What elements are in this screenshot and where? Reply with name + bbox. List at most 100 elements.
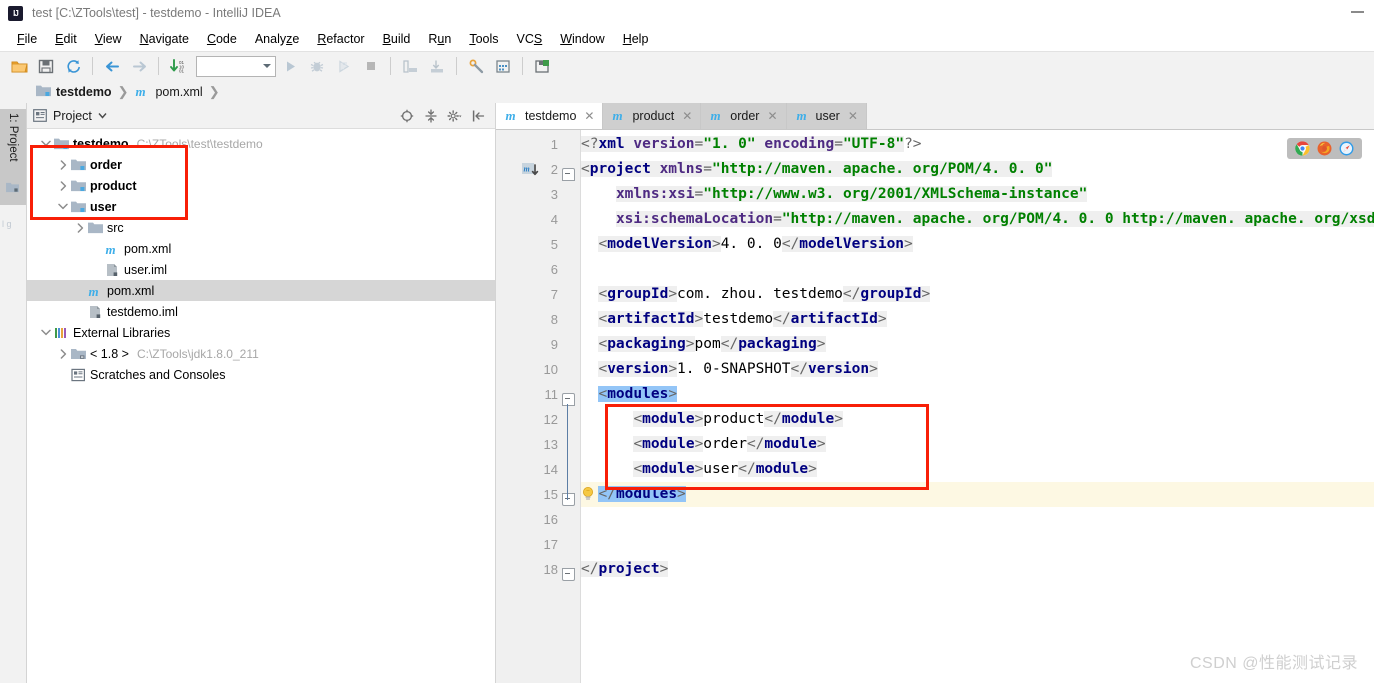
locate-target-icon[interactable] (399, 108, 414, 123)
tree-item-label: pom.xml (124, 241, 172, 256)
tree-item-testdemo[interactable]: testdemo C:\ZTools\test\testdemo (27, 133, 495, 154)
minimize-icon[interactable] (1351, 11, 1364, 13)
settings-wrench-icon[interactable] (463, 54, 489, 78)
firefox-icon[interactable] (1317, 141, 1332, 156)
build-project-icon[interactable] (397, 54, 423, 78)
chevron-down-icon[interactable] (39, 326, 53, 340)
tree-item-external-libraries[interactable]: External Libraries (27, 322, 495, 343)
chevron-right-icon[interactable] (56, 179, 70, 193)
code-editor[interactable]: 1 2 3 4 5 6 7 8 9 10 11 12 13 14 15 16 17 18 <?xml versio… (496, 130, 1374, 683)
menu-item-code[interactable]: Code (198, 29, 246, 49)
editor-tab-product[interactable]: m product ✕ (603, 103, 702, 129)
run-icon[interactable] (277, 54, 303, 78)
code-token: modules (607, 386, 669, 402)
menu-item-run[interactable]: Run (419, 29, 460, 49)
tree-item-src[interactable]: src (27, 217, 495, 238)
project-tab-label: 1: Project (7, 113, 19, 162)
settings-gear-icon[interactable] (447, 108, 462, 123)
run-coverage-icon[interactable] (331, 54, 357, 78)
tree-item-product[interactable]: product (27, 175, 495, 196)
close-icon[interactable]: ✕ (584, 109, 594, 123)
code-token: version (633, 136, 695, 152)
menu-item-file[interactable]: File (8, 29, 46, 49)
chevron-right-icon[interactable] (56, 158, 70, 172)
fold-marker-line-11[interactable] (562, 393, 575, 406)
close-icon[interactable]: ✕ (682, 109, 692, 123)
fold-marker-line-18[interactable] (562, 568, 575, 581)
tree-item-user[interactable]: user (27, 196, 495, 217)
chevron-right-icon[interactable] (56, 347, 70, 361)
collapse-all-icon[interactable] (423, 108, 438, 123)
code-token: > (694, 411, 704, 427)
tree-item-pom-xml[interactable]: m pom.xml (27, 238, 495, 259)
run-configuration-select[interactable] (196, 55, 276, 77)
tree-item-order[interactable]: order (27, 154, 495, 175)
code-line-15: </modules> (598, 482, 686, 507)
close-icon[interactable]: ✕ (767, 109, 777, 123)
code-token: > (816, 436, 826, 452)
editor-tab-user[interactable]: m user ✕ (786, 103, 867, 129)
intention-bulb-icon[interactable] (581, 486, 595, 502)
line-number-16: 16 (543, 512, 558, 527)
editor-tab-order[interactable]: m order ✕ (701, 103, 787, 129)
stop-icon[interactable] (358, 54, 384, 78)
safari-icon[interactable] (1339, 141, 1354, 156)
chevron-down-icon[interactable] (39, 137, 53, 151)
menu-item-vcs[interactable]: VCS (508, 29, 552, 49)
forward-arrow-icon[interactable] (126, 54, 152, 78)
tree-item-testdemo-iml[interactable]: testdemo.iml (27, 301, 495, 322)
editor-tab-label: testdemo (525, 109, 577, 123)
fold-marker-line-15[interactable] (562, 493, 575, 506)
tree-item-scratches-and-consoles[interactable]: Scratches and Consoles (27, 364, 495, 385)
sidebar-item-project-tab[interactable]: 1: Project (0, 109, 26, 205)
menu-item-build[interactable]: Build (374, 29, 420, 49)
hide-panel-icon[interactable] (471, 108, 486, 123)
project-view-icon (33, 109, 47, 122)
project-panel-title[interactable]: Project (33, 109, 107, 123)
debug-icon[interactable] (304, 54, 330, 78)
menu-item-tools[interactable]: Tools (460, 29, 507, 49)
code-token: < (598, 386, 608, 402)
open-folder-icon[interactable] (6, 54, 32, 78)
breadcrumb-item-pom-xml[interactable]: m pom.xml (135, 84, 208, 101)
chevron-right-icon[interactable] (73, 221, 87, 235)
editor-tab-testdemo[interactable]: m testdemo ✕ (496, 103, 604, 129)
fold-column[interactable] (560, 130, 581, 683)
menu-item-navigate[interactable]: Navigate (131, 29, 198, 49)
menu-item-window[interactable]: Window (551, 29, 613, 49)
chevron-down-icon[interactable] (56, 200, 70, 214)
menu-item-help[interactable]: Help (614, 29, 658, 49)
sync-refresh-icon[interactable] (60, 54, 86, 78)
line-number-4: 4 (550, 212, 558, 227)
code-token: < (633, 436, 643, 452)
editor-gutter[interactable]: 1 2 3 4 5 6 7 8 9 10 11 12 13 14 15 16 17 18 (496, 130, 566, 683)
menu-item-analyze[interactable]: Analyze (246, 29, 308, 49)
maven-reimport-icon[interactable]: m (522, 163, 540, 179)
structure-icon[interactable] (490, 54, 516, 78)
csdn-watermark: CSDN @性能测试记录 (1189, 655, 1358, 672)
menu-item-view[interactable]: View (86, 29, 131, 49)
save-db-icon[interactable] (529, 54, 555, 78)
build-module-icon[interactable] (424, 54, 450, 78)
save-all-icon[interactable] (33, 54, 59, 78)
chrome-icon[interactable] (1295, 141, 1310, 156)
tree-no-arrow (90, 263, 104, 277)
menu-item-refactor[interactable]: Refactor (308, 29, 373, 49)
fold-marker-line-2[interactable] (562, 168, 575, 181)
code-token: </ (720, 336, 739, 352)
tree-item-label: External Libraries (73, 325, 171, 340)
menu-item-edit[interactable]: Edit (46, 29, 86, 49)
maven-m-icon: m (796, 108, 811, 125)
editor-area: m testdemo ✕ m product ✕ m order ✕ m user ✕ 1234567… (496, 103, 1374, 683)
tree-item-pom-xml[interactable]: m pom.xml (27, 280, 495, 301)
breadcrumb-item-testdemo[interactable]: testdemo (36, 84, 118, 101)
project-tree[interactable]: testdemo C:\ZTools\test\testdemo order prod… (27, 129, 495, 683)
tree-item-1-8[interactable]: < 1.8 > C:\ZTools\jdk1.8.0_211 (27, 343, 495, 364)
update-project-icon[interactable]: 01 10 01 (165, 54, 191, 78)
line-number-13: 13 (543, 437, 558, 452)
tree-item-user-iml[interactable]: user.iml (27, 259, 495, 280)
chevron-down-icon[interactable] (98, 112, 107, 119)
back-arrow-icon[interactable] (99, 54, 125, 78)
main-area: t e s i . n E c t o g e n e r U l g 1: P… (0, 103, 1374, 683)
close-icon[interactable]: ✕ (848, 109, 858, 123)
